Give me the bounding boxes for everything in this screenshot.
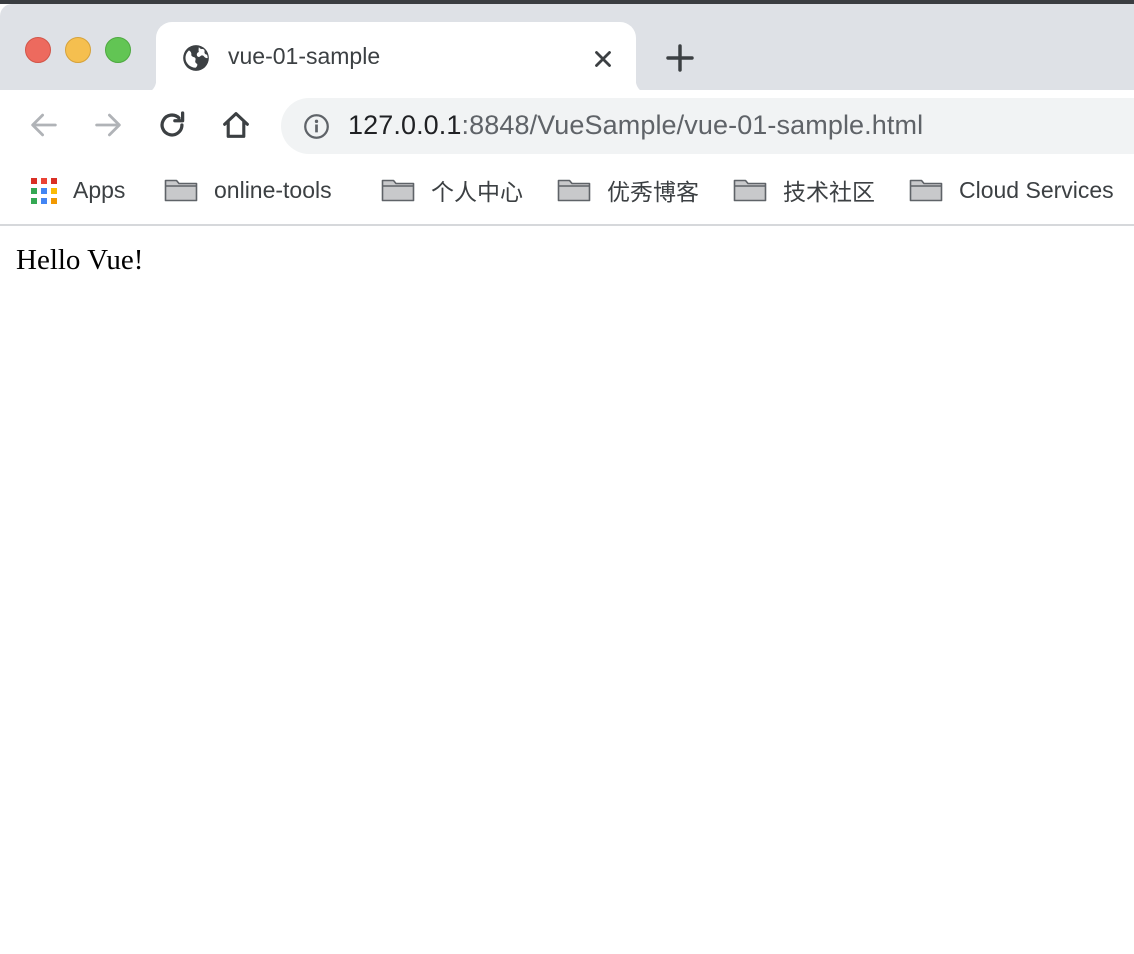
plus-icon[interactable]: [664, 42, 696, 74]
folder-icon: [909, 179, 943, 202]
bookmarks-bar: Apps online-tools 个人中心 优秀博客 技术社区 Cloud S…: [0, 162, 1134, 226]
address-bar[interactable]: 127.0.0.1:8848/VueSample/vue-01-sample.h…: [281, 98, 1134, 154]
arrow-left-icon[interactable]: [27, 108, 61, 142]
folder-icon: [557, 179, 591, 202]
window-close-button[interactable]: [25, 37, 51, 63]
bookmark-apps[interactable]: Apps: [30, 173, 125, 207]
globe-icon: [183, 45, 209, 71]
page-text: Hello Vue!: [16, 244, 144, 276]
home-icon[interactable]: [219, 108, 253, 142]
bookmark-folder-tech-community[interactable]: 技术社区: [733, 173, 875, 207]
url-path: :8848/VueSample/vue-01-sample.html: [461, 110, 924, 140]
bookmark-label: 优秀博客: [607, 179, 699, 205]
bookmark-folder-blogs[interactable]: 优秀博客: [557, 173, 699, 207]
bookmark-folder-personal-center[interactable]: 个人中心: [381, 173, 523, 207]
tab-strip: vue-01-sample: [0, 4, 1134, 94]
page-content: Hello Vue!: [0, 228, 1134, 954]
apps-grid-icon: [30, 177, 57, 204]
tab-active[interactable]: vue-01-sample: [142, 22, 650, 94]
info-icon[interactable]: [303, 113, 330, 140]
bookmark-label: Cloud Services: [959, 176, 1114, 203]
bookmark-folder-cloud-services[interactable]: Cloud Services: [909, 173, 1114, 207]
bookmark-label: 技术社区: [783, 179, 875, 205]
close-icon[interactable]: [590, 46, 616, 72]
folder-icon: [733, 179, 767, 202]
tab-title: vue-01-sample: [228, 43, 381, 69]
window-maximize-button[interactable]: [105, 37, 131, 63]
reload-icon[interactable]: [155, 108, 189, 142]
bookmark-folder-online-tools[interactable]: online-tools: [164, 173, 332, 207]
folder-icon: [164, 179, 198, 202]
bookmark-label: 个人中心: [431, 179, 523, 205]
bookmark-label: online-tools: [214, 176, 332, 203]
url-host: 127.0.0.1: [348, 110, 462, 140]
browser-toolbar: 127.0.0.1:8848/VueSample/vue-01-sample.h…: [0, 90, 1134, 162]
bookmark-label: Apps: [73, 176, 126, 203]
window-minimize-button[interactable]: [65, 37, 91, 63]
folder-icon: [381, 179, 415, 202]
arrow-right-icon[interactable]: [91, 108, 125, 142]
url-text[interactable]: 127.0.0.1:8848/VueSample/vue-01-sample.h…: [348, 110, 923, 141]
